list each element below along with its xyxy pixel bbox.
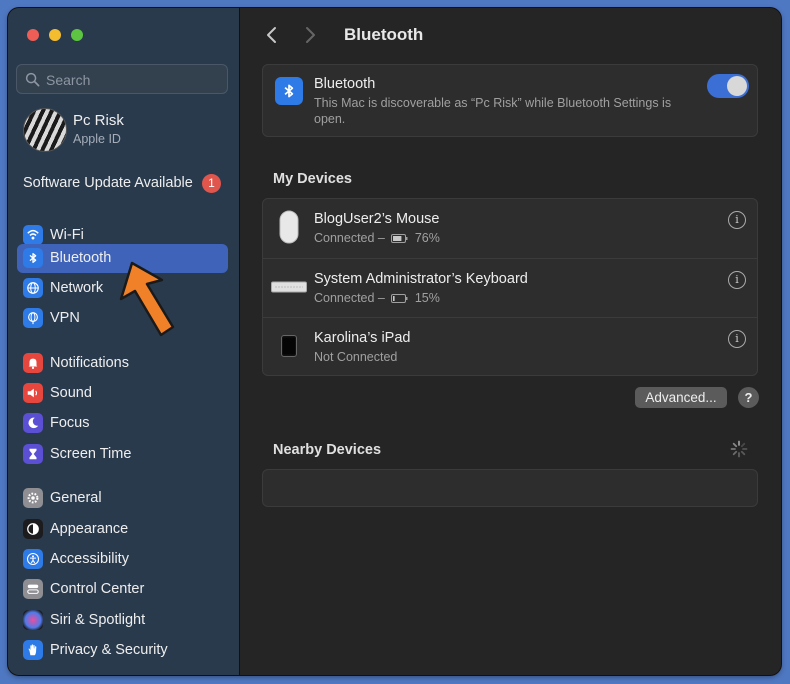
sidebar-item-screen-time[interactable]: Screen Time [17,440,228,469]
device-row[interactable]: Karolina’s iPad Not Connected i [263,317,757,377]
wifi-icon [23,225,43,245]
loading-spinner-icon [730,440,748,458]
ipad-icon [271,328,307,364]
sidebar-item-control-center[interactable]: Control Center [17,575,228,604]
profile-subtitle: Apple ID [73,132,121,146]
minimize-window-button[interactable] [49,29,61,41]
orange-pointer-arrow [119,261,175,337]
device-name: System Administrator’s Keyboard [314,271,528,287]
globe-icon [23,278,43,298]
mouse-icon [271,209,307,245]
hand-icon [23,640,43,660]
bluetooth-toggle[interactable] [707,74,749,98]
sidebar-item-label: Notifications [50,355,129,371]
keyboard-icon [271,269,307,305]
nearby-devices-list [262,469,758,507]
sidebar-item-label: VPN [50,310,80,326]
settings-window: Search Pc Risk Apple ID Software Update … [8,8,781,675]
bluetooth-icon [275,77,303,105]
siri-icon [23,610,43,630]
sidebar-item-label: Network [50,280,104,296]
nearby-devices-heading: Nearby Devices [273,442,382,458]
main-pane: Bluetooth Bluetooth This Mac is discover… [240,8,781,675]
device-info-button[interactable]: i [728,271,746,289]
back-chevron-icon[interactable] [264,25,280,45]
sidebar-item-label: Wi-Fi [50,227,84,243]
sidebar-item-label: Sound [50,385,92,401]
zoom-window-button[interactable] [71,29,83,41]
sidebar-item-label: Siri & Spotlight [50,612,146,628]
sidebar: Search Pc Risk Apple ID Software Update … [8,8,240,675]
forward-chevron-icon[interactable] [302,25,318,45]
page-title: Bluetooth [344,25,424,44]
bluetooth-icon [23,248,43,268]
device-row[interactable]: BlogUser2’s Mouse Connected – 76% i [263,199,757,258]
advanced-button[interactable]: Advanced... [635,387,727,408]
sidebar-item-notifications[interactable]: Notifications [17,349,228,378]
bluetooth-description: This Mac is discoverable as “Pc Risk” wh… [314,96,672,126]
my-devices-list: BlogUser2’s Mouse Connected – 76% i Syst… [262,198,758,376]
device-name: Karolina’s iPad [314,330,411,346]
software-update-label: Software Update Available [23,175,193,191]
device-info-button[interactable]: i [728,211,746,229]
sidebar-item-label: Accessibility [50,551,129,567]
battery-icon [391,294,408,304]
hourglass-icon [23,444,43,464]
search-placeholder: Search [46,72,91,88]
sidebar-item-siri-spotlight[interactable]: Siri & Spotlight [17,606,228,635]
avatar [23,108,67,152]
close-window-button[interactable] [27,29,39,41]
sidebar-item-sound[interactable]: Sound [17,379,228,408]
sidebar-item-label: Privacy & Security [50,642,168,658]
bluetooth-title: Bluetooth [314,76,376,92]
device-status: Connected – 76% [314,231,440,245]
device-name: BlogUser2’s Mouse [314,211,440,227]
control-center-icon [23,579,43,599]
appearance-icon [23,519,43,539]
sidebar-item-appearance[interactable]: Appearance [17,515,228,544]
device-info-button[interactable]: i [728,330,746,348]
profile-name: Pc Risk [73,112,124,129]
device-status: Not Connected [314,350,398,364]
device-status: Connected – 15% [314,291,440,305]
bell-icon [23,353,43,373]
sidebar-item-general[interactable]: General [17,484,228,513]
sidebar-item-label: Bluetooth [50,250,112,266]
bluetooth-toggle-card: Bluetooth This Mac is discoverable as “P… [262,64,758,137]
sidebar-item-label: General [50,490,102,506]
sidebar-item-focus[interactable]: Focus [17,409,228,438]
search-icon [25,72,40,87]
search-field[interactable]: Search [16,64,228,94]
moon-icon [23,413,43,433]
accessibility-icon [23,549,43,569]
battery-icon [391,234,408,244]
speaker-icon [23,383,43,403]
update-count-badge: 1 [202,174,221,193]
help-button[interactable]: ? [738,387,759,408]
sidebar-item-label: Control Center [50,581,145,597]
sidebar-item-accessibility[interactable]: Accessibility [17,545,228,574]
device-row[interactable]: System Administrator’s Keyboard Connecte… [263,258,757,318]
toggle-knob [727,76,747,96]
sidebar-item-label: Focus [50,415,90,431]
gear-icon [23,488,43,508]
sidebar-item-label: Appearance [50,521,129,537]
sidebar-item-label: Screen Time [50,446,132,462]
sidebar-item-privacy-security[interactable]: Privacy & Security [17,636,228,665]
vpn-globe-icon [23,308,43,328]
my-devices-heading: My Devices [273,171,352,187]
